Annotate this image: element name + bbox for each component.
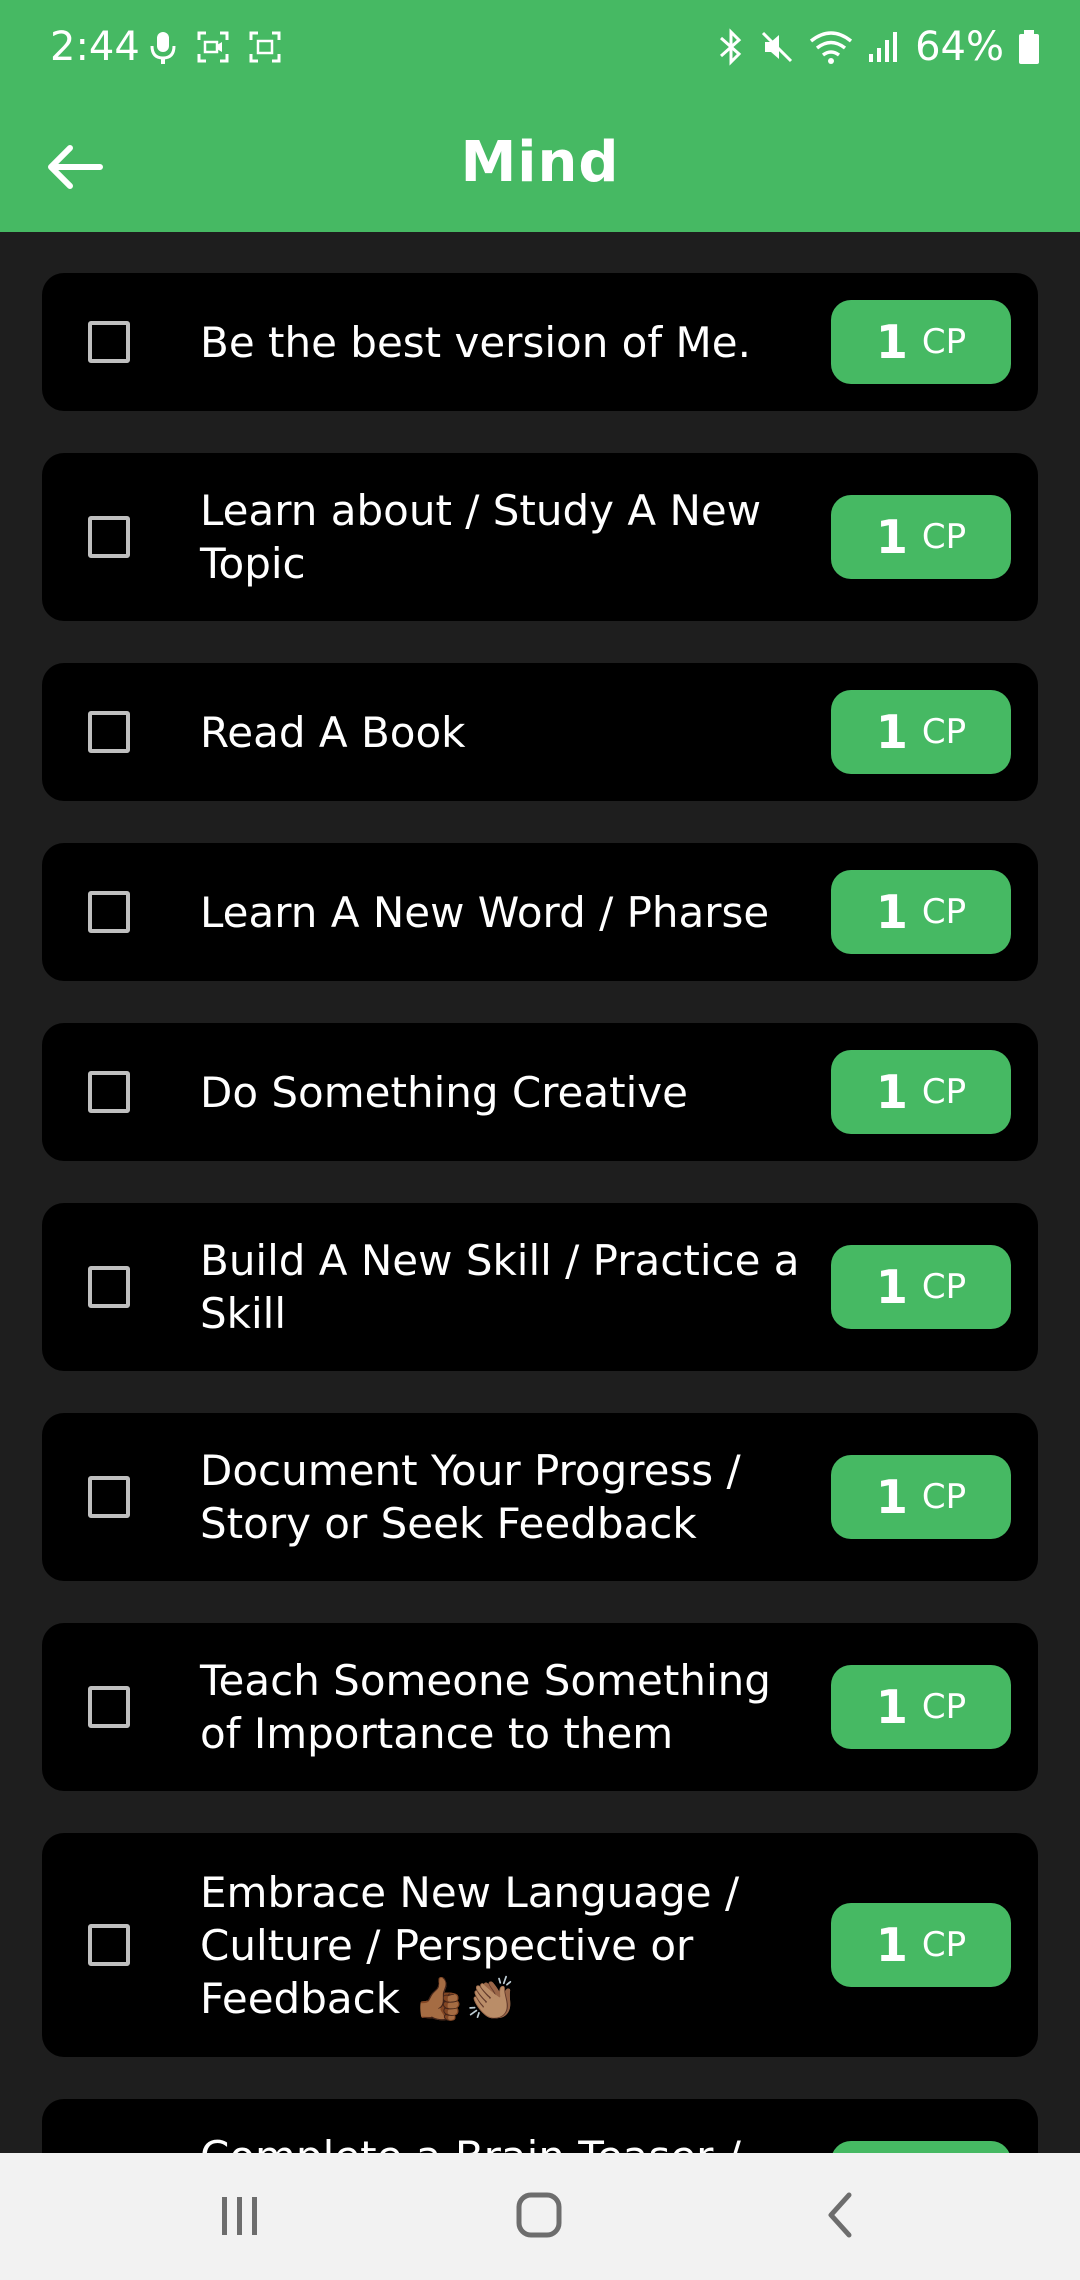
system-nav-bar: [0, 2153, 1080, 2280]
signal-icon: [869, 32, 898, 62]
task-card[interactable]: Embrace New Language / Culture / Perspec…: [42, 1833, 1038, 2057]
task-label: Learn A New Word / Pharse: [200, 887, 770, 937]
task-checkbox[interactable]: [88, 1476, 130, 1518]
battery-icon: [1019, 30, 1039, 64]
points-value: 1: [875, 1470, 908, 1524]
task-checkbox[interactable]: [88, 711, 130, 753]
task-card[interactable]: Be the best version of Me. 1 CP: [42, 273, 1038, 411]
app-bar: Mind: [0, 102, 1080, 232]
task-label: Do Something Creative: [200, 1067, 688, 1117]
status-right-icons: 64%: [717, 24, 1040, 70]
points-unit: CP: [921, 517, 967, 557]
home-icon[interactable]: [510, 2183, 570, 2247]
task-checkbox[interactable]: [88, 1266, 130, 1308]
task-label: Read A Book: [200, 707, 466, 757]
points-value: 1: [875, 1918, 908, 1972]
task-card[interactable]: Learn about / Study A New Topic 1 CP: [42, 453, 1038, 621]
task-label: Complete a Brain Teaser / Puzzle: [200, 2130, 800, 2153]
battery-percent: 64%: [915, 24, 1004, 70]
mute-icon: [762, 31, 793, 63]
task-label: Document Your Progress / Story or Seek F…: [200, 1446, 741, 1548]
points-badge: 1 CP: [831, 870, 1011, 954]
points-value: 1: [875, 705, 908, 759]
points-value: 1: [875, 1065, 908, 1119]
points-unit: CP: [921, 1687, 967, 1727]
points-badge: 1 CP: [831, 495, 1011, 579]
points-badge: 1 CP: [831, 1455, 1011, 1539]
task-checkbox[interactable]: [88, 1924, 130, 1966]
task-card[interactable]: Teach Someone Something of Importance to…: [42, 1623, 1038, 1791]
status-time: 2:44: [50, 24, 140, 70]
bluetooth-icon: [720, 28, 742, 66]
screenshot-icon: [249, 31, 281, 63]
points-value: 1: [875, 1680, 908, 1734]
task-checkbox[interactable]: [88, 1686, 130, 1728]
back-icon[interactable]: [815, 2183, 865, 2247]
points-badge: 1 CP: [831, 1903, 1011, 1987]
points-unit: CP: [921, 1925, 967, 1965]
page-title: Mind: [460, 130, 620, 195]
task-checkbox[interactable]: [88, 891, 130, 933]
points-unit: CP: [921, 1477, 967, 1517]
points-value: 1: [875, 315, 908, 369]
task-label: Teach Someone Something of Importance to…: [200, 1656, 771, 1758]
task-label: Learn about / Study A New Topic: [200, 486, 762, 588]
task-label: Build A New Skill / Practice a Skill: [200, 1236, 800, 1338]
status-left-icons: [148, 30, 282, 66]
points-value: 1: [875, 885, 908, 939]
task-card[interactable]: Complete a Brain Teaser / Puzzle 1 CP: [42, 2099, 1038, 2153]
task-card[interactable]: Learn A New Word / Pharse 1 CP: [42, 843, 1038, 981]
task-list[interactable]: Be the best version of Me. 1 CP Learn ab…: [42, 273, 1038, 2153]
points-badge: 1 CP: [831, 690, 1011, 774]
task-card[interactable]: Read A Book 1 CP: [42, 663, 1038, 801]
status-bar: 2:44 64%: [0, 0, 1080, 102]
wifi-icon: [810, 31, 853, 64]
points-unit: CP: [921, 1267, 967, 1307]
mic-icon: [150, 32, 176, 64]
points-unit: CP: [921, 322, 967, 362]
task-label: Embrace New Language / Culture / Perspec…: [200, 1867, 740, 2023]
points-unit: CP: [921, 892, 967, 932]
points-badge: 1 CP: [831, 1665, 1011, 1749]
screen-record-icon: [197, 31, 229, 63]
points-unit: CP: [921, 1072, 967, 1112]
points-value: 1: [875, 510, 908, 564]
points-unit: CP: [921, 712, 967, 752]
points-badge: 1 CP: [831, 1245, 1011, 1329]
task-checkbox[interactable]: [88, 1071, 130, 1113]
points-value: 1: [875, 1260, 908, 1314]
task-checkbox[interactable]: [88, 321, 130, 363]
task-checkbox[interactable]: [88, 516, 130, 558]
points-badge: 1 CP: [831, 1050, 1011, 1134]
task-card[interactable]: Build A New Skill / Practice a Skill 1 C…: [42, 1203, 1038, 1371]
points-badge: 1 CP: [831, 300, 1011, 384]
task-card[interactable]: Do Something Creative 1 CP: [42, 1023, 1038, 1161]
task-card[interactable]: Document Your Progress / Story or Seek F…: [42, 1413, 1038, 1581]
points-badge: 1 CP: [831, 2141, 1011, 2153]
task-label: Be the best version of Me.: [200, 317, 751, 367]
recent-apps-icon[interactable]: [212, 2183, 268, 2247]
